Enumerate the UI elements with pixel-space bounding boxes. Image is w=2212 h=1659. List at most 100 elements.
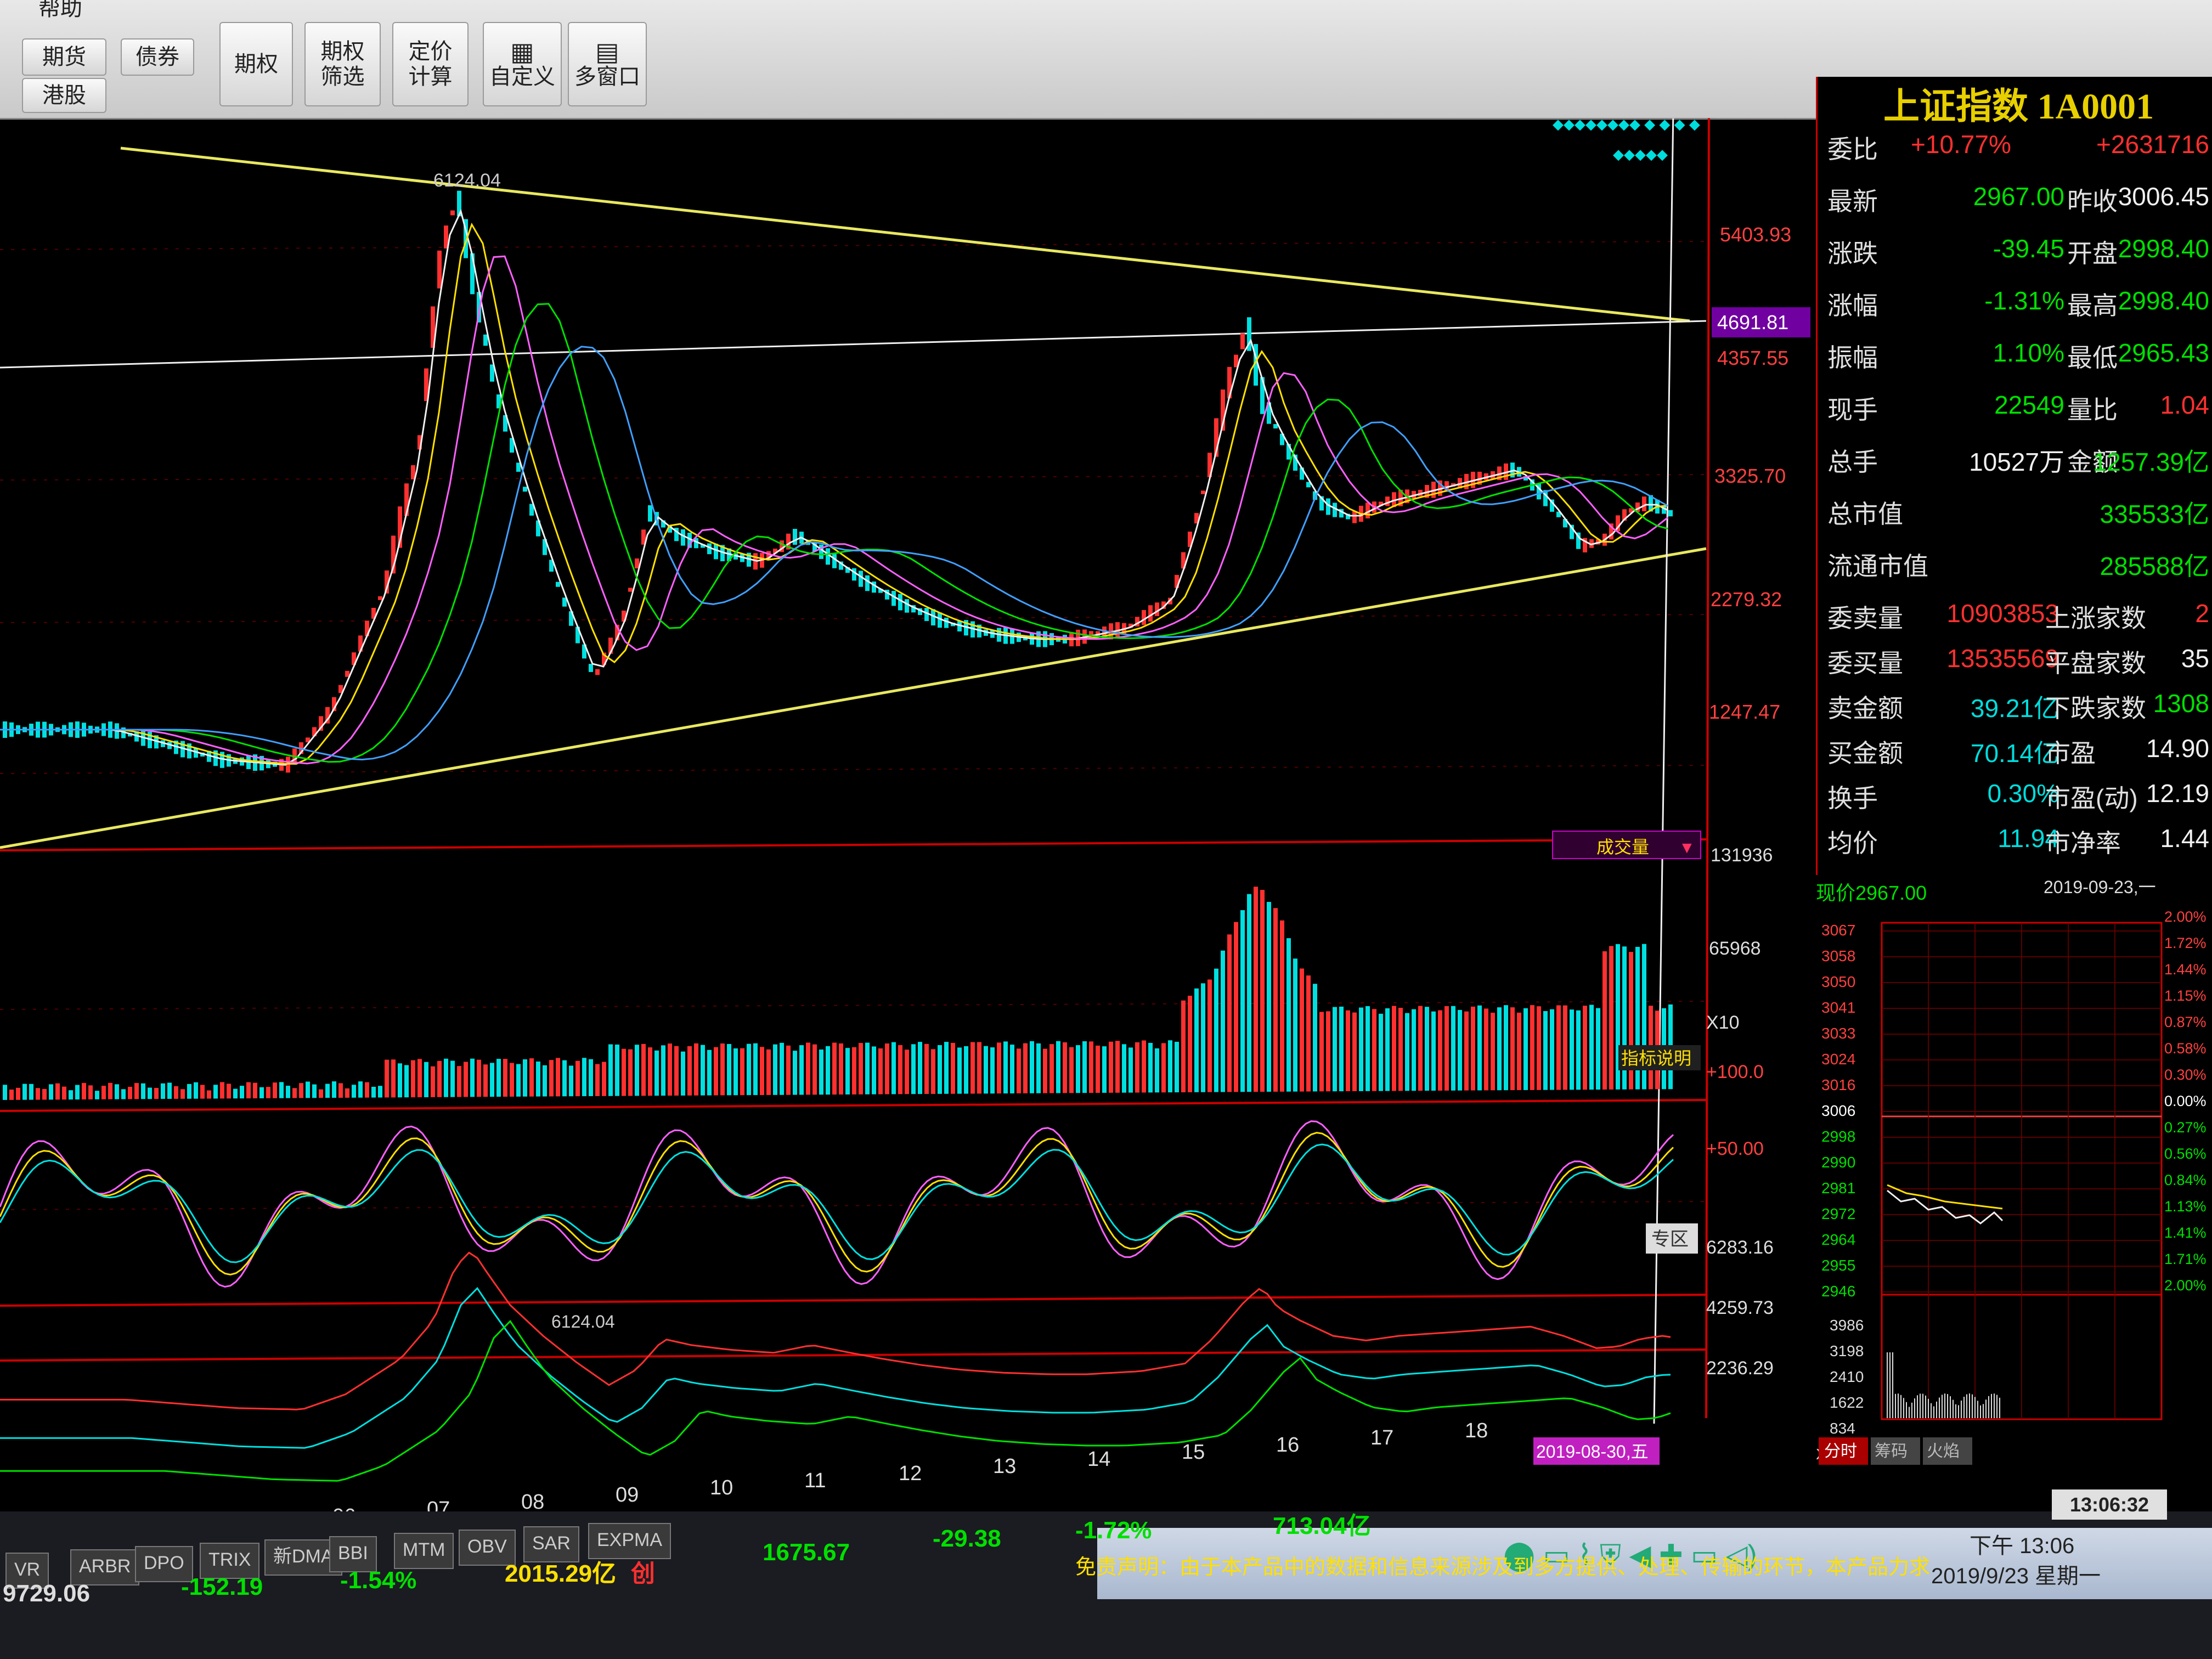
zone-button[interactable]: 专区 — [1651, 1229, 1689, 1250]
futures-button[interactable]: 期货 — [22, 38, 106, 76]
quote-row: 卖金额 39.21亿 下跌家数 1308 — [1818, 680, 2212, 729]
volume-bar — [503, 1059, 507, 1097]
ticker-value-1: 9729.06 — [3, 1580, 91, 1607]
volume-bar — [1049, 1044, 1054, 1093]
ticker-value-5: 1675.67 — [763, 1539, 850, 1566]
volume-bar — [845, 1048, 850, 1094]
intraday-price-level: 2990 — [1821, 1154, 1855, 1171]
x-axis-year-label: 06 — [332, 1505, 356, 1511]
ticker-value-4: 2015.29亿 — [505, 1560, 617, 1587]
x-axis-year-label: 11 — [804, 1469, 826, 1492]
system-time: 下午 13:06 — [1970, 1534, 2075, 1558]
volume-panel-label: 成交量 — [1596, 837, 1649, 857]
indicator-tab[interactable]: MTM — [394, 1533, 454, 1569]
volume-bar — [1556, 1005, 1561, 1090]
float-cap-label: 流通市值 — [1827, 552, 1928, 580]
kline-chart-area[interactable]: 6435.78 5403.93 4357.55 3325.70 2279.32 … — [0, 118, 1810, 1511]
volume-bar — [694, 1043, 698, 1096]
intraday-tab[interactable]: 分时 — [1824, 1442, 1857, 1460]
lower-peak-label: 6124.04 — [551, 1312, 615, 1331]
volume-bar — [49, 1084, 53, 1100]
candlestick — [852, 568, 856, 581]
crosshair-price-label: 4691.81 — [1717, 311, 1788, 334]
quote-row-label: 委卖量 — [1827, 604, 1903, 633]
candlestick — [628, 588, 633, 592]
candlestick — [483, 334, 488, 346]
volume-bar — [760, 1047, 764, 1095]
volume-bar — [859, 1043, 863, 1094]
pricing-calculator-button[interactable]: 定价 计算 — [392, 22, 469, 106]
volume-bar — [977, 1042, 981, 1094]
volume-bar — [931, 1049, 935, 1094]
volume-bar — [1003, 1041, 1008, 1094]
volume-bar — [1464, 1011, 1469, 1091]
volume-bar — [88, 1085, 93, 1099]
volume-bar — [1313, 984, 1317, 1092]
volume-bar — [1576, 1010, 1581, 1090]
candlestick — [793, 529, 797, 545]
volume-bar — [799, 1045, 804, 1095]
candlestick — [819, 544, 823, 559]
quote-row: 总手 10527万 金额 1257.39亿 — [1818, 433, 2212, 483]
intraday-chart[interactable]: 现价2967.00 2019-09-23,一 3067 3058 3050 3041 3… — [1813, 878, 2212, 1470]
volume-bar — [924, 1043, 929, 1094]
volume-bar — [115, 1084, 119, 1099]
weibi-diff: +2631716 — [2096, 130, 2209, 159]
volume-bar — [1221, 950, 1225, 1092]
lower-overview-series — [0, 1251, 1671, 1482]
candlestick — [832, 554, 837, 568]
intraday-pct-level: 0.00% — [2164, 1093, 2207, 1109]
volume-bar — [279, 1082, 284, 1098]
options-button[interactable]: 期权 — [219, 22, 293, 106]
volume-bar — [1379, 1013, 1383, 1091]
ticker-value-2: -152.19 — [181, 1573, 263, 1600]
volume-bar — [128, 1086, 132, 1099]
volume-bar — [1339, 1006, 1344, 1092]
chip-distribution-tab[interactable]: 筹码 — [1875, 1442, 1908, 1460]
volume-bar — [1563, 1005, 1567, 1090]
volume-bar — [1214, 968, 1218, 1092]
quote-row: 振幅 1.10% 最低 2965.43 — [1818, 329, 2212, 379]
volume-bar — [516, 1064, 521, 1097]
option-screener-button[interactable]: 期权 筛选 — [304, 22, 381, 106]
moving-average-line — [0, 303, 1668, 763]
intraday-pct-level: 1.13% — [2164, 1198, 2207, 1215]
intraday-price-level: 2946 — [1821, 1283, 1855, 1300]
volume-bar — [786, 1045, 791, 1095]
flame-tab[interactable]: 火焰 — [1927, 1442, 1960, 1460]
volume-bar — [1392, 1006, 1396, 1091]
volume-bar — [780, 1042, 784, 1095]
quote-row-label: 总手 — [1827, 448, 1878, 476]
intraday-volume-level: 1622 — [1830, 1394, 1864, 1411]
quote-row-field-value: 1.44 — [2160, 824, 2209, 853]
volume-bar — [635, 1045, 639, 1096]
volume-dropdown-icon[interactable]: ▼ — [1679, 839, 1695, 857]
volume-bar — [1365, 1006, 1370, 1091]
system-date: 2019/9/23 星期一 — [1931, 1564, 2101, 1588]
x-axis-year-label: 13 — [993, 1455, 1016, 1478]
indicator-explanation-button[interactable]: 指标说明 — [1621, 1048, 1691, 1068]
volume-bar — [1122, 1044, 1126, 1093]
volume-bar — [121, 1089, 126, 1099]
quote-row-field-value: 1.04 — [2160, 391, 2209, 419]
volume-bar — [365, 1082, 369, 1098]
volume-bar — [200, 1085, 205, 1099]
volume-bar — [832, 1042, 837, 1095]
customize-button[interactable]: ▦ 自定义 — [483, 22, 562, 106]
intraday-price-level: 3067 — [1821, 922, 1855, 939]
volume-bar — [1530, 1005, 1534, 1090]
volume-bar — [661, 1045, 665, 1096]
quote-row: 现手 22549 量比 1.04 — [1818, 381, 2212, 431]
volume-bar — [240, 1086, 244, 1099]
intraday-price-level: 3050 — [1821, 973, 1855, 990]
volume-bar — [148, 1087, 152, 1099]
volume-bar — [1418, 1006, 1423, 1091]
multi-window-button[interactable]: ▤ 多窗口 — [568, 22, 647, 106]
intraday-price-level: 3058 — [1821, 947, 1855, 964]
volume-bar — [141, 1083, 145, 1099]
bond-button[interactable]: 债券 — [121, 38, 194, 76]
quote-row-field: 市盈(动) — [2045, 784, 2138, 812]
float-cap-value: 285588亿 — [2100, 552, 2210, 580]
quote-row: 均价 11.94 市净率 1.44 — [1818, 815, 2212, 864]
hk-stock-button[interactable]: 港股 — [22, 78, 106, 113]
